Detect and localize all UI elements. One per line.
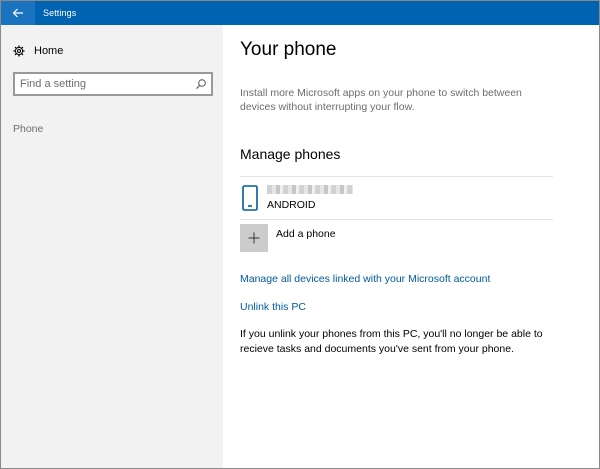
search-input[interactable] [20,78,190,90]
home-label: Home [34,45,64,57]
manage-devices-link[interactable]: Manage all devices linked with your Micr… [240,273,490,285]
phone-icon [242,185,258,211]
phone-icon-container [242,185,258,216]
divider-bottom [240,219,553,220]
add-tile [240,224,268,252]
category-label: Phone [13,123,44,135]
plus-icon [248,232,260,244]
window-title: Settings [43,8,77,18]
search-icon [196,79,206,89]
add-phone-button[interactable]: Add a phone [240,224,336,252]
back-arrow-icon [12,8,23,18]
page-title: Your phone [240,39,337,60]
back-button[interactable] [1,1,35,25]
gear-icon [13,45,25,57]
search-button[interactable] [195,77,207,95]
search-box[interactable] [13,72,213,96]
device-type-label: ANDROID [267,199,316,211]
divider-top [240,176,553,177]
settings-window: Settings Home Find a setting Phone Your … [0,0,600,469]
intro-text: Install more Microsoft apps on your phon… [240,87,522,113]
unlink-pc-link[interactable]: Unlink this PC [240,301,306,313]
device-item[interactable]: ANDROID [240,182,553,218]
manage-phones-heading: Manage phones [240,146,341,162]
sidebar: Home Phone [1,25,223,468]
unlink-note-text: If you unlink your phones from this PC, … [240,328,543,355]
home-nav-item[interactable]: Home [13,45,63,57]
main-content: Your phone Install more Microsoft apps o… [223,25,599,468]
add-phone-label: Add a phone [276,228,336,240]
title-bar: Settings [1,1,599,25]
device-name-redacted [267,185,353,194]
